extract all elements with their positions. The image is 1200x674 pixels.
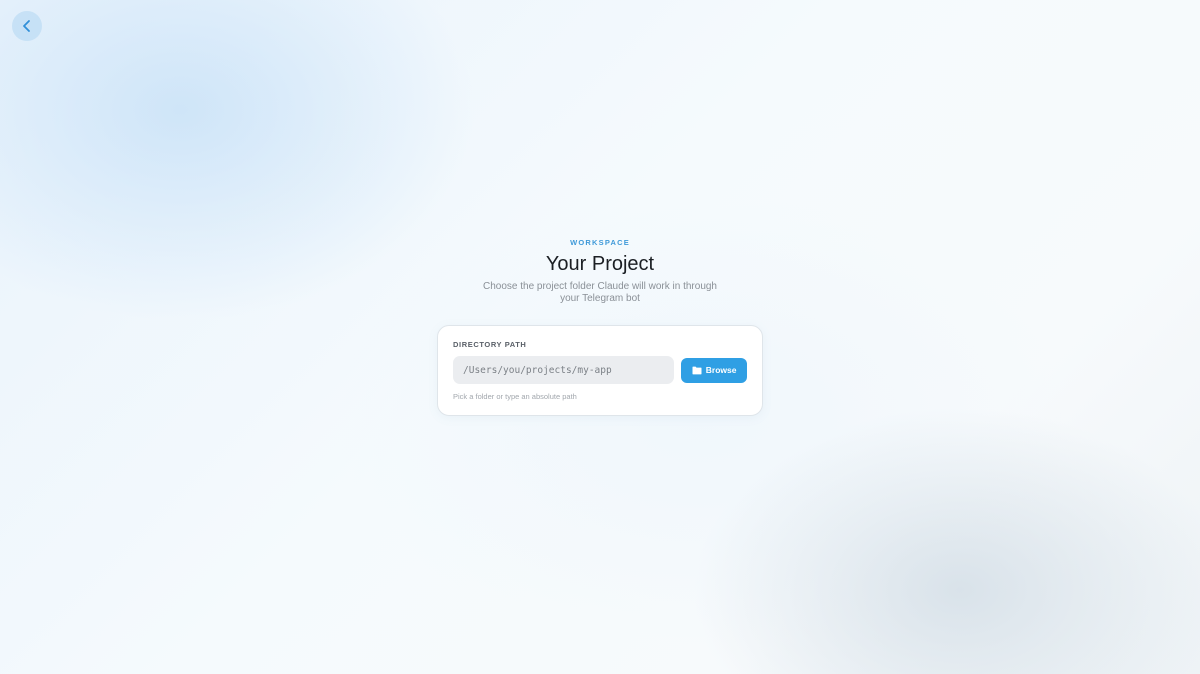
directory-card: DIRECTORY PATH Browse Pick a folder or t… <box>437 325 763 416</box>
section-eyebrow: WORKSPACE <box>570 238 630 247</box>
directory-path-label: DIRECTORY PATH <box>453 340 527 349</box>
browse-label: Browse <box>705 365 737 375</box>
directory-path-input[interactable] <box>453 356 675 384</box>
directory-hint: Pick a folder or type an absolute path <box>453 392 577 401</box>
page-subtitle: Choose the project folder Claude will wo… <box>482 281 717 304</box>
browse-button[interactable]: Browse <box>681 357 747 383</box>
main-content: WORKSPACE Your Project Choose the projec… <box>0 238 1200 416</box>
page-title: Your Project <box>545 253 655 275</box>
directory-input-row: Browse <box>453 356 747 384</box>
folder-icon <box>692 366 702 374</box>
chevron-left-icon <box>23 20 30 32</box>
back-button[interactable] <box>12 11 42 41</box>
